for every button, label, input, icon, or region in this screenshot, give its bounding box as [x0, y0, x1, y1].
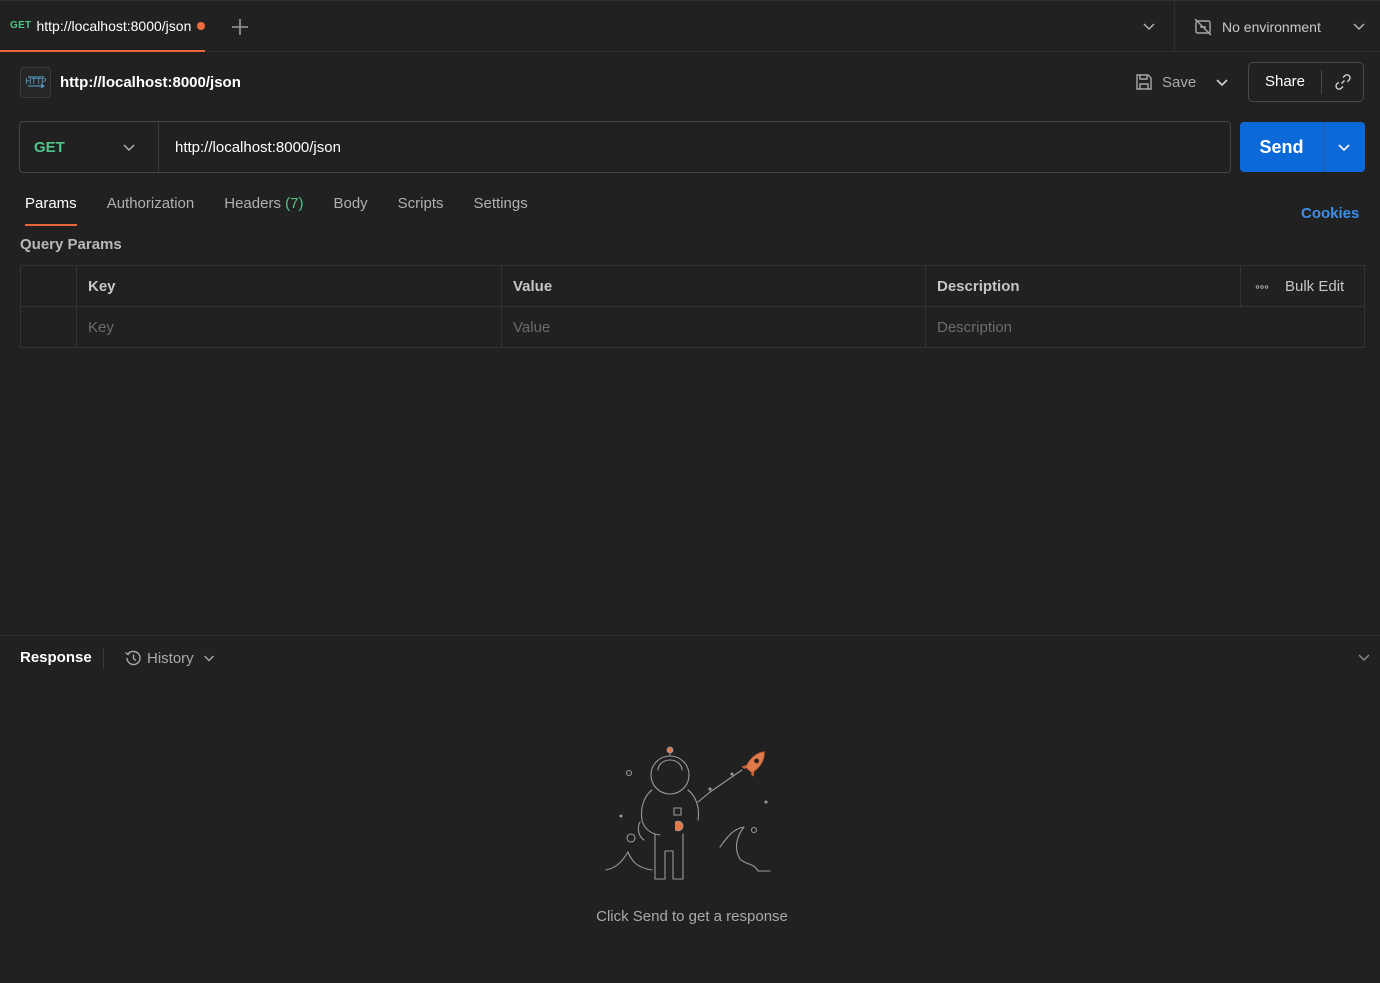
row-checkbox-cell [21, 307, 77, 348]
key-column-header: Key [77, 266, 502, 307]
tab-label: Body [333, 195, 368, 212]
http-icon: HTTP [20, 66, 51, 98]
history-icon [125, 650, 141, 666]
share-button[interactable]: Share [1249, 70, 1322, 94]
value-input[interactable]: Value [502, 307, 926, 348]
value-column-header: Value [502, 266, 926, 307]
history-label: History [147, 649, 194, 667]
unsaved-dot-icon [197, 21, 205, 30]
more-options-icon[interactable] [1255, 280, 1269, 294]
description-input[interactable]: Description [926, 307, 1364, 348]
response-empty-hint: Click Send to get a response [596, 908, 788, 925]
request-tabs: Params Authorization Headers (7) Body Sc… [25, 192, 558, 226]
tab-label: Params [25, 195, 77, 212]
table-header-row: Key Value Description Bulk Edit [21, 266, 1364, 307]
copy-link-icon[interactable] [1333, 72, 1353, 92]
chevron-down-icon[interactable] [1140, 17, 1158, 35]
bulk-edit-button[interactable]: Bulk Edit [1241, 266, 1364, 307]
tab-bar: GET http://localhost:8000/json No enviro… [0, 0, 1380, 52]
save-button[interactable]: Save [1134, 70, 1196, 94]
save-label: Save [1162, 73, 1197, 91]
tab-label: Authorization [106, 195, 195, 212]
key-input[interactable]: Key [77, 307, 502, 348]
method-select[interactable]: GET [20, 122, 159, 172]
environment-selector[interactable]: No environment [1193, 15, 1321, 39]
divider [103, 648, 104, 668]
response-title[interactable]: Response [20, 649, 92, 666]
collapse-response-icon[interactable] [1355, 648, 1373, 666]
history-button[interactable]: History [123, 646, 217, 670]
tab-label: Scripts [397, 195, 444, 212]
tab-params[interactable]: Params [25, 192, 77, 226]
checkbox-column-header [21, 266, 77, 307]
tab-title: http://localhost:8000/json [36, 17, 192, 34]
chevron-down-icon [123, 144, 135, 152]
save-options-chevron-icon[interactable] [1213, 73, 1231, 91]
query-params-label: Query Params [20, 236, 122, 253]
tab-body[interactable]: Body [333, 192, 367, 226]
tab-label: Headers [224, 195, 281, 212]
astronaut-rocket-illustration-icon [605, 746, 771, 880]
cookies-link[interactable]: Cookies [1301, 205, 1359, 222]
url-input[interactable] [159, 123, 1230, 171]
request-title[interactable]: http://localhost:8000/json [60, 74, 241, 91]
tab-scripts[interactable]: Scripts [398, 192, 444, 226]
method-label: GET [34, 138, 65, 156]
bulk-edit-label: Bulk Edit [1285, 278, 1345, 295]
send-button[interactable]: Send [1240, 122, 1324, 172]
table-row: Key Value Description [21, 307, 1364, 348]
environment-chevron-icon[interactable] [1350, 17, 1368, 35]
tab-label: Settings [473, 195, 528, 212]
description-column-header: Description [926, 266, 1241, 307]
svg-text:HTTP: HTTP [25, 77, 46, 86]
send-group: Send [1240, 122, 1365, 172]
divider [1174, 1, 1175, 52]
no-environment-icon [1194, 18, 1212, 36]
tab-settings[interactable]: Settings [474, 192, 528, 226]
response-bar: Response History [0, 635, 1380, 679]
request-tab[interactable]: GET http://localhost:8000/json [0, 1, 205, 52]
query-params-table: Key Value Description Bulk Edit Key Valu… [20, 265, 1365, 348]
send-options-chevron-icon[interactable] [1335, 138, 1353, 156]
chevron-down-icon [203, 655, 214, 662]
url-bar: GET [19, 121, 1231, 173]
tab-method: GET [10, 20, 32, 31]
plus-icon[interactable] [228, 15, 252, 39]
environment-label: No environment [1222, 19, 1321, 35]
tab-authorization[interactable]: Authorization [107, 192, 195, 226]
request-header: HTTP http://localhost:8000/json [20, 66, 241, 98]
headers-count: (7) [285, 195, 304, 212]
share-group: Share [1248, 62, 1364, 102]
tab-headers[interactable]: Headers (7) [224, 192, 303, 226]
save-icon [1136, 74, 1152, 90]
